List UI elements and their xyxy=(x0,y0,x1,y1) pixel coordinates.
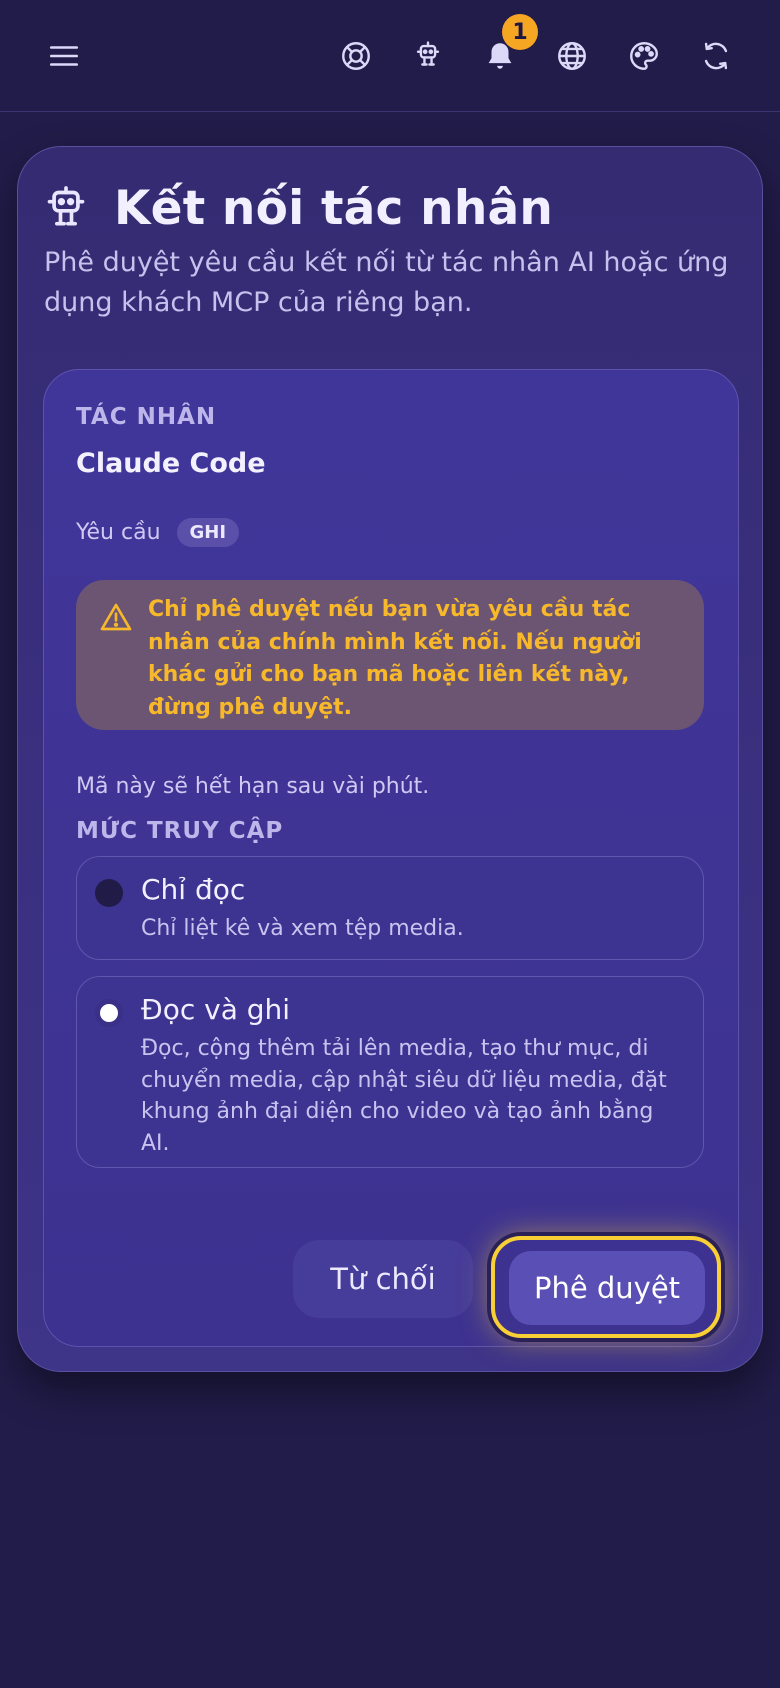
radio-read-only[interactable] xyxy=(95,879,123,907)
menu-button[interactable] xyxy=(36,28,92,84)
option-description: Đọc, cộng thêm tải lên media, tạo thư mụ… xyxy=(141,1036,667,1156)
access-option-read-write[interactable]: Đọc và ghi Đọc, cộng thêm tải lên media,… xyxy=(76,976,704,1168)
expiry-note: Mã này sẽ hết hạn sau vài phút. xyxy=(76,774,430,799)
approve-button[interactable]: Phê duyệt xyxy=(509,1251,705,1325)
request-scope-badge: GHI xyxy=(176,518,240,547)
agent-section-label: TÁC NHÂN xyxy=(76,404,217,430)
globe-icon xyxy=(558,42,586,70)
security-warning: Chỉ phê duyệt nếu bạn vừa yêu cầu tác nh… xyxy=(76,580,704,730)
page-title: Kết nối tác nhân xyxy=(114,181,554,236)
robot-icon xyxy=(47,185,85,225)
option-description: Chỉ liệt kê và xem tệp media. xyxy=(141,916,464,941)
radio-read-write[interactable] xyxy=(95,999,123,1027)
agent-button[interactable] xyxy=(400,28,456,84)
agent-connect-card: Kết nối tác nhân Phê duyệt yêu cầu kết n… xyxy=(17,146,763,1372)
refresh-button[interactable] xyxy=(688,28,744,84)
refresh-icon xyxy=(704,42,728,70)
theme-button[interactable] xyxy=(616,28,672,84)
approve-focus-ring: Phê duyệt xyxy=(491,1236,721,1338)
robot-icon xyxy=(416,41,440,66)
option-title: Đọc và ghi xyxy=(141,993,291,1026)
top-bar: 1 xyxy=(0,0,780,112)
request-label: Yêu cầu xyxy=(76,520,161,545)
help-button[interactable] xyxy=(328,28,384,84)
palette-icon xyxy=(630,42,658,70)
request-row: Yêu cầu GHI xyxy=(76,518,240,547)
access-option-read-only[interactable]: Chỉ đọc Chỉ liệt kê và xem tệp media. xyxy=(76,856,704,960)
help-lifebuoy-icon xyxy=(342,42,370,70)
warning-text: Chỉ phê duyệt nếu bạn vừa yêu cầu tác nh… xyxy=(148,597,642,720)
request-panel: TÁC NHÂN Claude Code Yêu cầu GHI Chỉ phê… xyxy=(43,369,739,1347)
access-section-label: MỨC TRUY CẬP xyxy=(76,818,284,844)
notifications-button[interactable]: 1 xyxy=(472,14,538,84)
agent-name: Claude Code xyxy=(76,448,266,479)
notification-badge: 1 xyxy=(502,14,538,50)
menu-icon xyxy=(49,46,79,66)
option-title: Chỉ đọc xyxy=(141,873,246,906)
language-button[interactable] xyxy=(544,28,600,84)
warning-icon xyxy=(100,603,132,631)
card-header: Kết nối tác nhân xyxy=(44,181,553,236)
page-subtitle: Phê duyệt yêu cầu kết nối từ tác nhân AI… xyxy=(44,247,729,318)
deny-button[interactable]: Từ chối xyxy=(293,1240,473,1318)
